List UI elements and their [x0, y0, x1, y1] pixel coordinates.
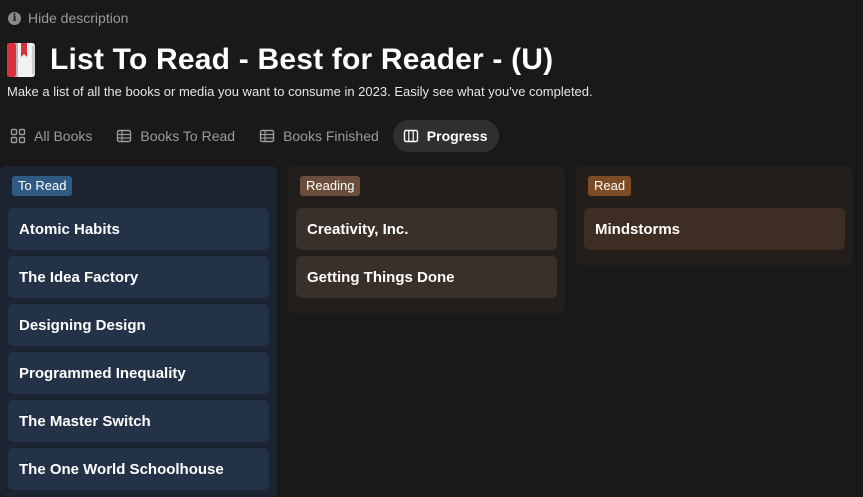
column-to-read: To Read Atomic Habits The Idea Factory D…	[0, 166, 277, 497]
card-getting-things-done[interactable]: Getting Things Done	[296, 256, 557, 298]
page-description: Make a list of all the books or media yo…	[7, 84, 593, 99]
card-atomic-habits[interactable]: Atomic Habits	[8, 208, 269, 250]
tab-progress[interactable]: Progress	[392, 120, 500, 152]
info-icon: i	[8, 11, 21, 25]
page: i Hide description List To Read - Best f…	[0, 0, 863, 497]
tab-label: Books Finished	[283, 128, 379, 144]
tab-books-finished[interactable]: Books Finished	[249, 120, 391, 152]
hide-description-label: Hide description	[28, 10, 129, 26]
view-tabs: All Books Books To Read Books Finished P…	[0, 120, 500, 152]
tab-label: All Books	[34, 128, 93, 144]
red-book-icon	[7, 43, 35, 77]
card-programmed-inequality[interactable]: Programmed Inequality	[8, 352, 269, 394]
card-the-master-switch[interactable]: The Master Switch	[8, 400, 269, 442]
table-icon	[117, 129, 132, 143]
tab-all-books[interactable]: All Books	[0, 120, 104, 152]
status-badge[interactable]: Reading	[300, 176, 361, 196]
tab-label: Progress	[426, 128, 488, 144]
page-title-row: List To Read - Best for Reader - (U)	[4, 39, 553, 81]
board-icon	[403, 129, 418, 143]
card-designing-design[interactable]: Designing Design	[8, 304, 269, 346]
table-icon	[259, 129, 275, 143]
hide-description-toggle[interactable]: i Hide description	[8, 9, 128, 27]
card-creativity-inc[interactable]: Creativity, Inc.	[296, 208, 557, 250]
card-the-idea-factory[interactable]: The Idea Factory	[8, 256, 269, 298]
status-badge[interactable]: To Read	[12, 176, 73, 196]
column-reading: Reading Creativity, Inc. Getting Things …	[288, 166, 565, 313]
card-the-one-world-schoolhouse[interactable]: The One World Schoolhouse	[8, 448, 269, 490]
gallery-grid-icon	[10, 128, 26, 144]
tab-books-to-read[interactable]: Books To Read	[106, 120, 247, 152]
page-title: List To Read - Best for Reader - (U)	[50, 43, 554, 76]
status-badge[interactable]: Read	[588, 176, 632, 196]
column-read: Read Mindstorms	[576, 166, 853, 265]
tab-label: Books To Read	[140, 128, 236, 144]
kanban-board: To Read Atomic Habits The Idea Factory D…	[0, 166, 863, 497]
card-mindstorms[interactable]: Mindstorms	[584, 208, 845, 250]
